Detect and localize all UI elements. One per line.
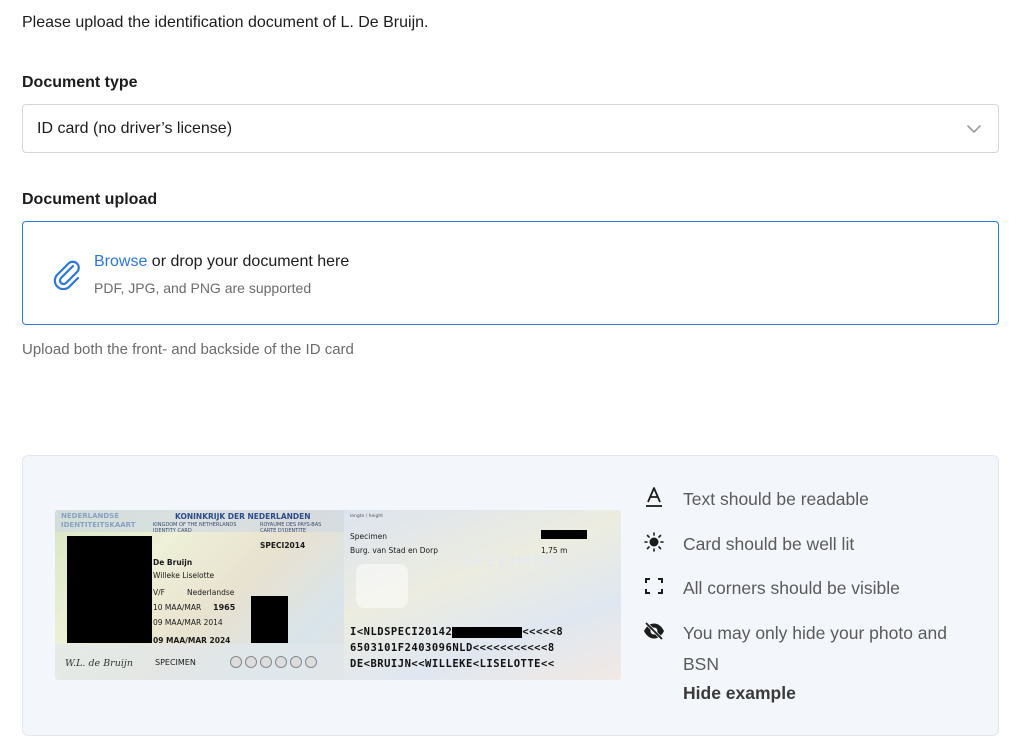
card-back-specimen-name: Specimen — [350, 532, 388, 541]
card-kingdom: KONINKRIJK DER NEDERLANDEN — [175, 512, 311, 521]
card-hologram-dots — [230, 656, 317, 668]
mrz-line-1: I<NLDSPECI20142 <<<<<8 — [350, 626, 563, 638]
redacted-back-number — [541, 530, 587, 539]
card-signature: W.L. de Bruijn — [65, 658, 133, 669]
card-issue-date: 09 MAA/MAR 2014 — [153, 618, 223, 627]
card-back-ghost-photo — [356, 564, 408, 608]
upload-dropzone[interactable]: Browse or drop your document here PDF, J… — [22, 221, 999, 325]
document-type-select[interactable]: ID card (no driver’s license) — [22, 104, 999, 153]
tip-text: Card should be well lit — [683, 534, 855, 554]
card-sex: V/F — [153, 588, 165, 597]
browse-link[interactable]: Browse — [94, 253, 147, 270]
card-type: IDENTITEITSKAART — [61, 521, 136, 529]
card-identity: IDENTITY CARD — [153, 528, 192, 534]
upload-instruction: Browse or drop your document here — [94, 253, 349, 271]
upload-helper-text: Upload both the front- and backside of t… — [22, 341, 354, 358]
card-specimen-label: SPECIMEN — [155, 658, 196, 667]
card-carte: CARTE D'IDENTITE — [260, 528, 307, 534]
card-birth-date: 10 MAA/MAR — [153, 603, 202, 612]
card-surname: De Bruijn — [153, 558, 193, 567]
document-upload-label: Document upload — [22, 191, 158, 208]
redacted-bsn — [251, 596, 288, 643]
card-back-authority: Burg. van Stad en Dorp — [350, 546, 438, 555]
tip-text: All corners should be visible — [683, 578, 900, 598]
paperclip-icon — [53, 260, 80, 290]
id-card-front-example: NEDERLANDSE IDENTITEITSKAART KONINKRIJK … — [55, 510, 359, 680]
mrz-line-3: DE<BRUIJN<<WILLEKE<LISELOTTE<< — [350, 658, 555, 670]
chevron-down-icon — [967, 125, 981, 133]
card-doc-number: SPECI2014 — [260, 541, 306, 550]
card-nationality: Nederlandse — [187, 588, 235, 597]
tip-text: You may only hide your photo and BSN — [683, 623, 947, 674]
tip-text: Text should be readable — [683, 489, 869, 509]
card-back-watermark: SPECIMEN — [462, 554, 559, 570]
card-country: NEDERLANDSE — [61, 512, 119, 520]
redacted-photo — [67, 536, 152, 643]
corners-icon — [643, 575, 665, 597]
example-panel: NEDERLANDSE IDENTITEITSKAART KONINKRIJK … — [22, 455, 999, 736]
drop-text: or drop your document here — [147, 253, 350, 270]
card-given-names: Willeke Liselotte — [153, 571, 215, 580]
document-type-value: ID card (no driver’s license) — [37, 119, 233, 137]
card-back-label: lengte / height — [350, 514, 383, 519]
mrz-line-2: 6503101F2403096NLD<<<<<<<<<<<8 — [350, 642, 555, 654]
eye-off-icon — [643, 620, 665, 642]
mrz-line-1-start: I<NLDSPECI20142 — [350, 626, 453, 638]
redacted-mrz — [452, 626, 523, 638]
mrz-line-1-end: <<<<<8 — [522, 626, 564, 638]
supported-formats: PDF, JPG, and PNG are supported — [94, 280, 312, 296]
card-birth-year: 1965 — [213, 603, 236, 612]
text-a-icon — [643, 486, 665, 508]
document-type-label: Document type — [22, 74, 138, 91]
intro-text: Please upload the identification documen… — [22, 14, 429, 31]
sun-icon — [643, 531, 665, 553]
hide-example-link[interactable]: Hide example — [683, 683, 796, 704]
id-card-back-example: lengte / height Specimen Burg. van Stad … — [344, 510, 621, 680]
